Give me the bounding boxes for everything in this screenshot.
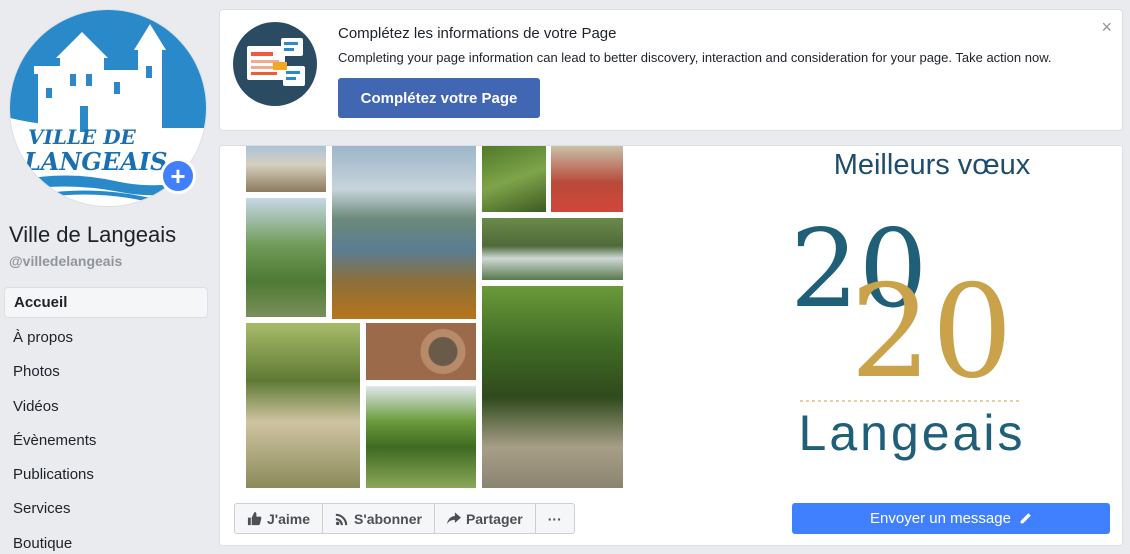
subscribe-button[interactable]: S'abonner (323, 504, 435, 533)
collage-photo-riverbank (246, 198, 326, 317)
plus-icon: + (170, 161, 186, 191)
page-action-bar: J'aime S'abonner Partager ··· (234, 503, 575, 534)
nav-item-photos[interactable]: Photos (4, 355, 208, 389)
collage-photo-tree (482, 146, 546, 212)
more-icon: ··· (547, 510, 562, 527)
logo-text-line1: VILLE DE (28, 125, 137, 149)
more-options-button[interactable]: ··· (536, 504, 574, 533)
like-label: J'aime (267, 510, 311, 527)
greetings-artwork: Meilleurs vœux 20 20 Langeais (790, 149, 1031, 461)
add-photo-button[interactable]: + (160, 158, 196, 194)
nav-item-about[interactable]: À propos (4, 321, 208, 355)
send-message-label: Envoyer un message (870, 510, 1011, 527)
nav-item-events[interactable]: Évènements (4, 424, 208, 458)
greeting-text: Meilleurs vœux (834, 149, 1031, 181)
collage-photo-stone-ruin (246, 323, 360, 488)
collage-photo-terrace (551, 146, 623, 212)
thumbs-up-icon (247, 511, 262, 526)
pencil-icon (1020, 513, 1031, 524)
logo-text-line2: LANGEAIS (23, 147, 167, 176)
page-username[interactable]: @villedelangeais (9, 253, 122, 269)
send-message-button[interactable]: Envoyer un message (792, 503, 1110, 534)
nav-item-home[interactable]: Accueil (4, 287, 208, 318)
close-icon[interactable]: × (1101, 18, 1112, 36)
nav-item-posts[interactable]: Publications (4, 458, 208, 492)
rss-icon (335, 513, 348, 525)
info-card-description: Completing your page information can lea… (338, 50, 1052, 65)
town-name: Langeais (799, 405, 1026, 461)
nav-item-services[interactable]: Services (4, 492, 208, 526)
collage-photo-arbor-path (482, 286, 623, 488)
page-title: Ville de Langeais (9, 222, 177, 247)
collage-photo-willows (366, 386, 476, 488)
collage-photo-house (246, 146, 326, 192)
page-navigation: Accueil À propos Photos Vidéos Évènement… (4, 287, 208, 554)
collage-photo-rose-window (366, 323, 476, 380)
cover-photo[interactable]: Meilleurs vœux 20 20 Langeais (220, 146, 1122, 494)
nav-item-videos[interactable]: Vidéos (4, 390, 208, 424)
year-part-2: 20 (850, 258, 1013, 407)
complete-page-button[interactable]: Complétez votre Page (338, 78, 540, 118)
page-info-prompt-card: Complétez les informations de votre Page… (219, 9, 1123, 131)
share-button[interactable]: Partager (435, 504, 536, 533)
subscribe-label: S'abonner (354, 510, 422, 527)
like-button[interactable]: J'aime (235, 504, 324, 533)
collage-photo-river (332, 146, 476, 319)
page-info-illustration-icon (233, 22, 317, 106)
collage-photo-swans (482, 218, 623, 280)
share-label: Partager (465, 510, 523, 527)
cover-card: Meilleurs vœux 20 20 Langeais J'aime S'a… (219, 145, 1123, 546)
info-card-title: Complétez les informations de votre Page (338, 25, 617, 42)
share-arrow-icon (446, 512, 461, 525)
nav-item-shop[interactable]: Boutique (4, 527, 208, 554)
